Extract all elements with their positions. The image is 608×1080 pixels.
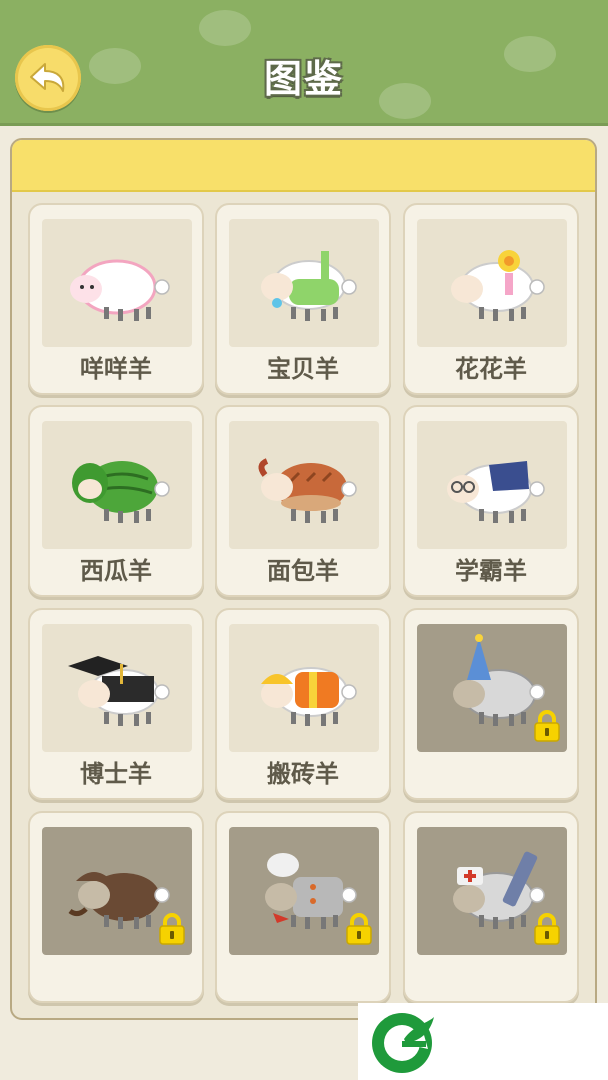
sheep-card[interactable]: 搬砖羊 (215, 608, 391, 800)
sheep-portrait (42, 219, 192, 347)
sheep-portrait (417, 827, 567, 955)
sheep-portrait (417, 421, 567, 549)
top-bar: 图鉴 (0, 0, 608, 126)
brand-logo-icon (372, 1013, 434, 1073)
sheep-card[interactable]: 西瓜羊 (28, 405, 204, 597)
panel-banner (12, 140, 595, 192)
sheep-card[interactable]: 学霸羊 (403, 405, 579, 597)
sheep-portrait (417, 624, 567, 752)
sheep-card[interactable] (215, 811, 391, 1003)
padlock-icon (158, 913, 186, 949)
padlock-icon (533, 710, 561, 746)
sheep-card[interactable]: 咩咩羊 (28, 203, 204, 395)
sheep-card[interactable] (403, 811, 579, 1003)
sheep-card[interactable]: 面包羊 (215, 405, 391, 597)
sheep-card[interactable]: 花花羊 (403, 203, 579, 395)
sheep-card[interactable] (403, 608, 579, 800)
sheep-name: 博士羊 (80, 760, 152, 788)
sheep-card[interactable]: 博士羊 (28, 608, 204, 800)
sheep-portrait (42, 624, 192, 752)
sheep-name: 面包羊 (267, 557, 339, 585)
sheep-name: 花花羊 (455, 355, 527, 383)
sheep-icon (258, 458, 357, 523)
page-title: 图鉴 (263, 57, 344, 101)
sheep-icon (261, 667, 357, 726)
sheep-portrait (229, 624, 379, 752)
sheep-icon (70, 259, 170, 321)
sheep-portrait (229, 421, 379, 549)
sheep-name: 搬砖羊 (267, 760, 339, 788)
sheep-portrait (229, 827, 379, 955)
sheep-icon (451, 250, 545, 321)
sheep-name: 宝贝羊 (267, 355, 339, 383)
sheep-name: 西瓜羊 (80, 557, 152, 585)
sheep-icon (261, 251, 357, 321)
sheep-name: 学霸羊 (455, 557, 527, 585)
sheep-icon (72, 461, 170, 523)
sheep-card[interactable]: 宝贝羊 (215, 203, 391, 395)
sheep-icon (447, 461, 545, 523)
sheep-watermark-icon (199, 10, 251, 46)
sheep-name: 咩咩羊 (80, 355, 152, 383)
sheep-portrait (42, 827, 192, 955)
sheep-portrait (229, 219, 379, 347)
sheep-portrait (417, 219, 567, 347)
padlock-icon (345, 913, 373, 949)
sheep-icon (68, 656, 170, 726)
sheep-portrait (42, 421, 192, 549)
sheep-card[interactable] (28, 811, 204, 1003)
padlock-icon (533, 913, 561, 949)
watermark-logo-area (358, 1003, 608, 1080)
